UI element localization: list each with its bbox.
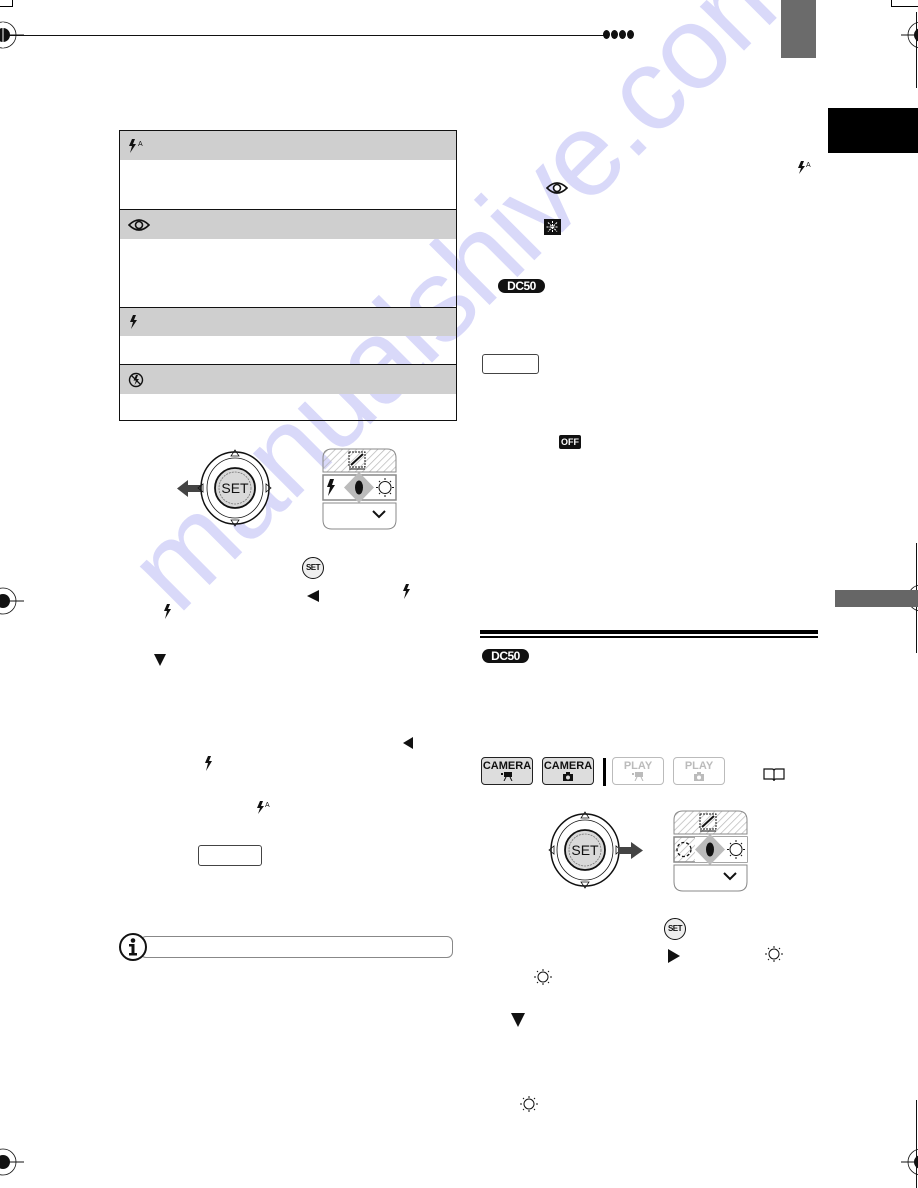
mode-play-photo: PLAY [673,757,725,785]
down-triangle-icon [511,1013,525,1027]
function-panel-diagram [322,448,397,530]
left-triangle-icon [307,590,319,602]
dc50-model-badge: DC50 [498,279,545,293]
left-triangle-icon [403,737,413,749]
mode-divider [603,758,606,786]
flash-on-icon [205,756,212,771]
function-panel-diagram [673,810,748,892]
flash-auto-icon: A [257,801,270,814]
down-triangle-icon [154,654,166,666]
assist-lamp-icon [544,219,561,235]
mode-play-movie: PLAY [612,757,664,785]
sun-icon [520,1096,538,1112]
still-camera-icon [563,772,573,781]
flash-auto-icon: A [129,138,143,153]
flash-auto-icon: A [798,161,811,174]
flash-on-icon [130,315,137,329]
table-row-header [120,308,456,336]
set-button-label: SET [571,842,599,858]
table-row-header [120,365,456,394]
joystick-left-diagram: SET [177,449,272,527]
off-badge: OFF [559,435,581,449]
trim-line [916,1100,917,1188]
set-button-label: SET [221,480,249,496]
button-label-box [198,845,262,866]
movie-camera-icon [632,772,644,782]
crop-mark [891,0,918,7]
red-eye-reduction-icon [128,218,150,231]
sun-icon [534,969,552,985]
section-heading-rule [480,636,818,638]
button-label-box [482,354,539,374]
table-row-header [120,210,456,239]
svg-text:A: A [806,162,811,169]
section-heading-rule [480,630,818,634]
red-eye-reduction-icon [546,182,568,194]
crop-mark [0,0,13,7]
flash-mode-table: A [119,130,457,421]
mode-camera-photo: CAMERA [542,757,594,785]
set-icon: SET [664,918,686,940]
right-arrow-icon [618,842,643,859]
info-icon [119,933,147,961]
sun-icon [765,946,783,962]
set-icon: SET [302,557,324,579]
flash-on-icon [403,584,410,599]
language-tab [828,108,918,153]
mode-camera-movie: CAMERA [481,757,533,785]
trim-line [916,12,917,88]
chapter-tab [781,0,816,58]
book-reference-icon [763,768,785,782]
header-rule [6,35,604,36]
registration-mark-icon [0,1148,24,1176]
still-camera-icon [694,772,704,781]
movie-camera-icon [501,772,513,782]
header-dots [603,30,634,39]
registration-mark-icon [0,587,24,615]
joystick-right-diagram: SET [548,811,643,889]
right-triangle-icon [668,949,680,963]
svg-text:A: A [138,141,143,148]
dc50-model-badge: DC50 [482,649,529,663]
flash-off-icon [128,372,144,387]
note-bar [140,936,453,958]
table-row-header: A [120,131,456,160]
flash-on-icon [164,604,171,619]
section-tab [835,590,918,607]
svg-text:A: A [265,802,270,809]
